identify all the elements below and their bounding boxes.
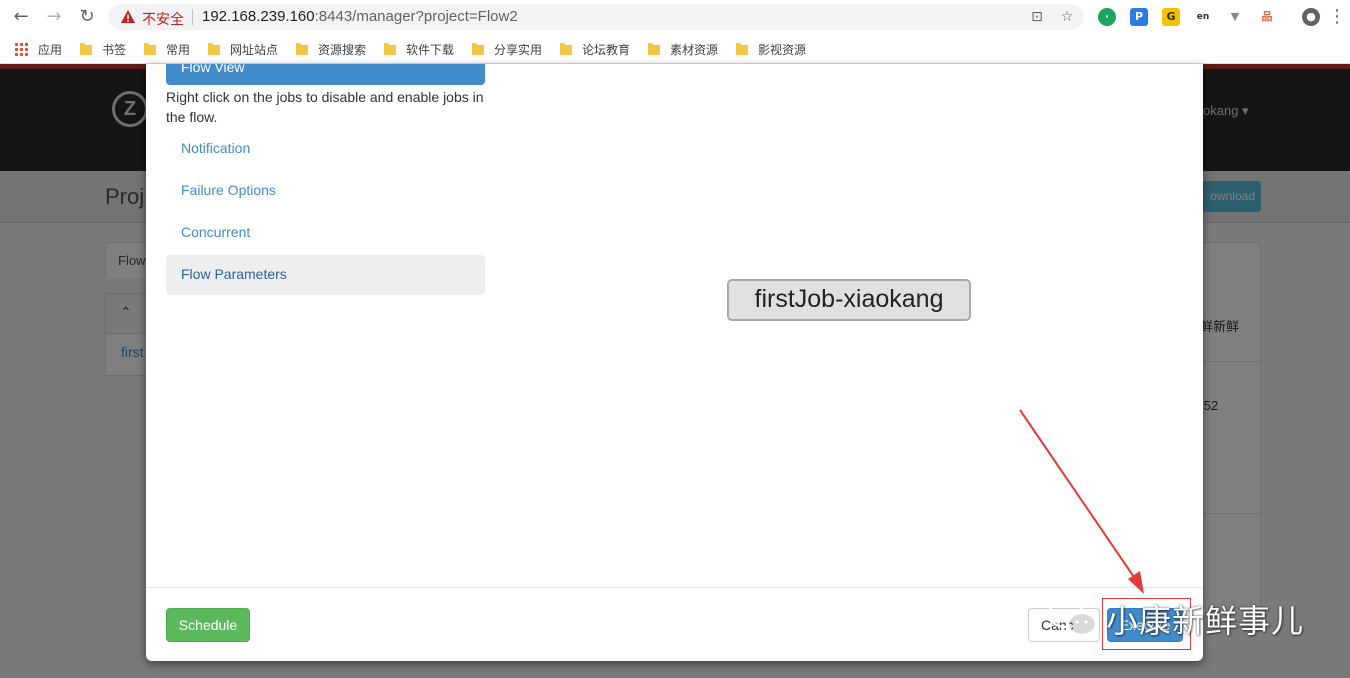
- nav-concurrent[interactable]: Concurrent: [166, 213, 485, 253]
- divider: [192, 9, 193, 25]
- folder-icon: [736, 43, 748, 55]
- translate-icon[interactable]: ⊡: [1028, 9, 1046, 25]
- execute-flow-modal: Flow View Right click on the jobs to dis…: [146, 64, 1203, 661]
- folder-icon: [208, 43, 220, 55]
- schedule-button[interactable]: Schedule: [166, 608, 250, 642]
- folder-icon: [648, 43, 660, 55]
- extension-g-icon[interactable]: G: [1162, 8, 1180, 26]
- more-menu-icon[interactable]: ⋮: [1328, 6, 1346, 28]
- modal-footer: Schedule Canc Execute: [146, 587, 1203, 661]
- reload-icon[interactable]: ↻: [76, 6, 98, 28]
- address-bar[interactable]: 不安全 192.168.239.160:8443/manager?project…: [108, 4, 1084, 30]
- back-arrow-icon[interactable]: ←: [10, 6, 32, 28]
- account-avatar-icon[interactable]: ●: [1302, 8, 1320, 26]
- forward-arrow-icon[interactable]: →: [43, 6, 65, 28]
- bookmark-item[interactable]: 网址站点: [208, 41, 278, 59]
- flow-view-hint: Right click on the jobs to disable and e…: [166, 89, 484, 125]
- bookmark-apps[interactable]: 应用: [14, 41, 62, 59]
- url-host: 192.168.239.160: [202, 8, 315, 25]
- browser-toolbar: ← → ↻ 不安全 192.168.239.160:8443/manager?p…: [0, 0, 1350, 34]
- extension-v-icon[interactable]: ▼: [1226, 8, 1244, 26]
- url-path: :8443/manager?project=Flow2: [314, 8, 518, 25]
- bookmark-item[interactable]: 分享实用: [472, 41, 542, 59]
- nav-failure-options[interactable]: Failure Options: [166, 171, 485, 211]
- star-icon[interactable]: ☆: [1058, 9, 1076, 25]
- bookmark-item[interactable]: 书签: [80, 41, 126, 59]
- cancel-button[interactable]: Canc: [1028, 608, 1100, 642]
- bookmarks-bar: 应用 书签 常用 网址站点 资源搜索 软件下载 分享实用 论坛教育 素材资源 影…: [0, 34, 1350, 64]
- bookmark-item[interactable]: 素材资源: [648, 41, 718, 59]
- job-node[interactable]: firstJob-xiaokang: [727, 279, 971, 321]
- folder-icon: [144, 43, 156, 55]
- folder-icon: [384, 43, 396, 55]
- extension-en-icon[interactable]: en: [1194, 8, 1212, 26]
- extension-green-icon[interactable]: ·: [1098, 8, 1116, 26]
- nav-flow-parameters[interactable]: Flow Parameters: [166, 255, 485, 295]
- folder-icon: [296, 43, 308, 55]
- folder-icon: [80, 43, 92, 55]
- nav-flow-view[interactable]: Flow View: [166, 64, 485, 85]
- bookmark-item[interactable]: 常用: [144, 41, 190, 59]
- nav-notification[interactable]: Notification: [166, 129, 485, 169]
- folder-icon: [560, 43, 572, 55]
- extension-sitemap-icon[interactable]: 品: [1258, 8, 1276, 26]
- url-text[interactable]: 192.168.239.160:8443/manager?project=Flo…: [202, 8, 518, 25]
- apps-grid-icon: [14, 42, 28, 56]
- bookmark-item[interactable]: 软件下载: [384, 41, 454, 59]
- highlight-box: [1102, 598, 1191, 650]
- folder-icon: [472, 43, 484, 55]
- bookmark-item[interactable]: 影视资源: [736, 41, 806, 59]
- security-status[interactable]: 不安全: [142, 9, 184, 29]
- bookmark-item[interactable]: 论坛教育: [560, 41, 630, 59]
- extension-p-icon[interactable]: P: [1130, 8, 1148, 26]
- warning-icon: [121, 10, 135, 23]
- bookmark-item[interactable]: 资源搜索: [296, 41, 366, 59]
